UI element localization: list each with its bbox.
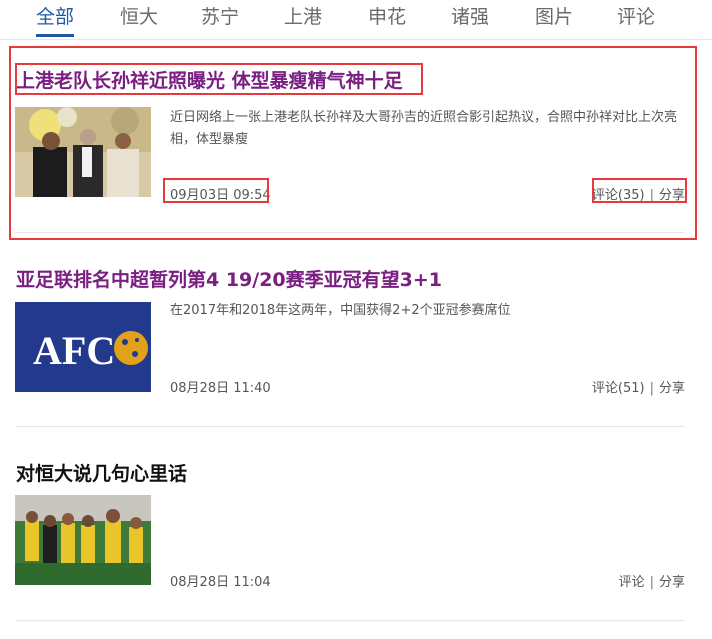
news-title[interactable]: 对恒大说几句心里话 — [16, 459, 187, 486]
afc-logo-image: AFC — [15, 302, 151, 392]
highlight-box-actions — [592, 178, 687, 203]
news-actions: 评论(51) | 分享 — [592, 377, 685, 396]
comment-link[interactable]: 评论 — [619, 575, 645, 590]
share-link[interactable]: 分享 — [659, 381, 685, 396]
news-time: 08月28日 11:04 — [170, 575, 271, 590]
tab-suning[interactable]: 苏宁 — [201, 3, 239, 37]
highlight-box-title — [15, 63, 423, 95]
tab-sipg[interactable]: 上港 — [284, 3, 322, 37]
category-tabs: 全部 恒大 苏宁 上港 申花 诸强 图片 评论 — [0, 0, 712, 40]
football-match-photo-image — [15, 495, 151, 585]
news-summary: 在2017年和2018年这两年，中国获得2+2个亚冠参赛席位 — [170, 303, 511, 318]
tab-other-teams[interactable]: 诸强 — [451, 3, 489, 37]
comment-link[interactable]: 评论(51) — [592, 381, 645, 396]
tab-shenhua[interactable]: 申花 — [368, 3, 406, 37]
news-time: 08月28日 11:40 — [170, 381, 271, 396]
news-title[interactable]: 亚足联排名中超暂列第4 19/20赛季亚冠有望3+1 — [16, 265, 442, 292]
news-thumbnail-match[interactable] — [15, 495, 151, 585]
tab-evergrande[interactable]: 恒大 — [120, 3, 158, 37]
tab-all[interactable]: 全部 — [36, 3, 75, 37]
separator: | — [649, 381, 654, 396]
share-link[interactable]: 分享 — [659, 575, 685, 590]
separator: | — [649, 575, 654, 590]
divider — [15, 426, 685, 427]
news-thumbnail-afc[interactable]: AFC — [15, 302, 151, 392]
divider — [15, 620, 685, 621]
news-actions: 评论 | 分享 — [619, 571, 685, 590]
highlight-box-time — [163, 178, 269, 203]
tab-comments[interactable]: 评论 — [617, 3, 655, 37]
afc-logo-text: AFC — [33, 328, 115, 373]
tab-pictures[interactable]: 图片 — [535, 3, 573, 37]
